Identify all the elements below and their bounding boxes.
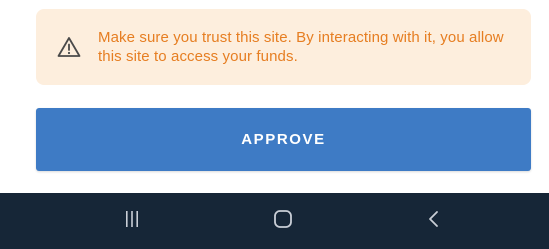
home-icon bbox=[273, 209, 293, 234]
warning-triangle-icon bbox=[56, 34, 82, 60]
approve-button[interactable]: APPROVE bbox=[36, 108, 531, 171]
back-button[interactable] bbox=[404, 193, 464, 249]
warning-text: Make sure you trust this site. By intera… bbox=[98, 29, 504, 65]
page: Make sure you trust this site. By intera… bbox=[0, 0, 549, 249]
recent-apps-icon bbox=[124, 210, 140, 233]
back-icon bbox=[427, 209, 441, 234]
warning-banner: Make sure you trust this site. By intera… bbox=[36, 9, 531, 85]
recent-apps-button[interactable] bbox=[102, 193, 162, 249]
navigation-bar bbox=[0, 193, 549, 249]
home-button[interactable] bbox=[253, 193, 313, 249]
